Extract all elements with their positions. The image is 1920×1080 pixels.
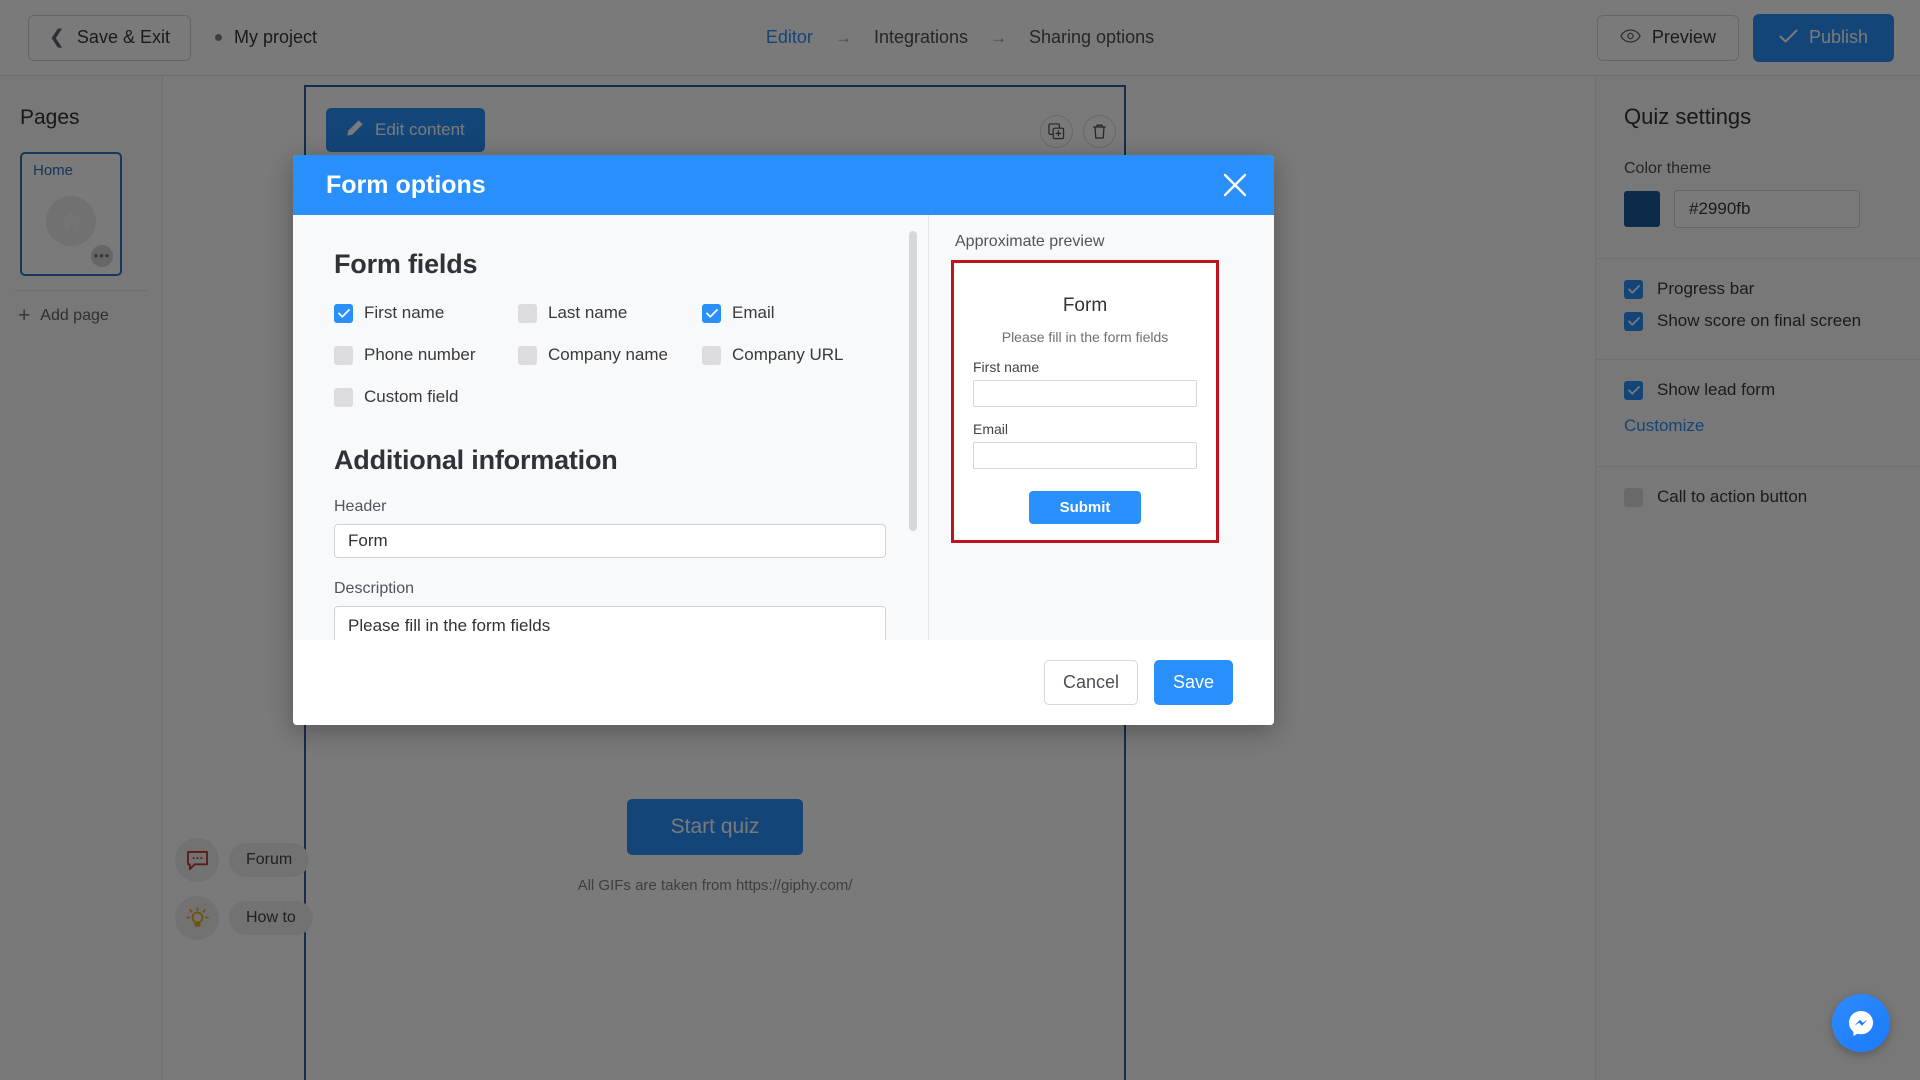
header-field-label: Header xyxy=(334,498,387,515)
field-checkbox-custom-field[interactable]: Custom field xyxy=(334,387,518,407)
field-label: Custom field xyxy=(364,387,459,406)
close-icon[interactable] xyxy=(1222,172,1248,198)
form-fields-title: Form fields xyxy=(334,249,478,279)
preview-title: Form xyxy=(1062,295,1108,316)
preview-input[interactable] xyxy=(973,380,1197,407)
description-field-label: Description xyxy=(334,580,415,597)
checkbox-checked-icon[interactable] xyxy=(334,303,353,323)
scrollbar-thumb[interactable] xyxy=(909,231,917,531)
preview-field-email: Email xyxy=(973,421,1197,469)
modal-footer: Cancel Save xyxy=(293,640,1274,725)
checkbox-unchecked-icon[interactable] xyxy=(702,345,721,365)
description-textarea[interactable]: Please fill in the form fields xyxy=(334,606,886,640)
editor-app: ❮ Save & Exit My project Editor → Integr… xyxy=(0,0,1920,1080)
field-label: Phone number xyxy=(364,345,476,364)
preview-submit-button[interactable]: Submit xyxy=(1029,491,1141,524)
checkbox-unchecked-icon[interactable] xyxy=(518,303,537,323)
preview-input[interactable] xyxy=(973,442,1197,469)
preview-subtitle: Please fill in the form fields xyxy=(1001,329,1169,345)
modal-title: Form options xyxy=(326,170,486,199)
save-button[interactable]: Save xyxy=(1154,660,1233,705)
preview-field-first-name: First name xyxy=(973,359,1197,407)
preview-field-label: First name xyxy=(973,359,1040,375)
modal-scrollbar[interactable] xyxy=(909,231,917,640)
field-label: First name xyxy=(364,303,445,322)
checkbox-checked-icon[interactable] xyxy=(702,303,721,323)
field-checkbox-phone-number[interactable]: Phone number xyxy=(334,345,518,365)
checkbox-unchecked-icon[interactable] xyxy=(334,345,353,365)
field-checkbox-last-name[interactable]: Last name xyxy=(518,303,702,323)
field-label: Company URL xyxy=(732,345,844,364)
field-label: Email xyxy=(732,303,775,322)
form-options-modal: Form options Form fields First name Last… xyxy=(293,155,1274,725)
form-preview: Form Please fill in the form fields Firs… xyxy=(951,260,1219,543)
preview-caption: Approximate preview xyxy=(955,233,1105,250)
field-checkbox-company-url[interactable]: Company URL xyxy=(702,345,888,365)
additional-information-title: Additional information xyxy=(334,445,618,475)
form-fields-checkbox-grid: First name Last name Email Phone number … xyxy=(334,303,888,407)
field-checkbox-company-name[interactable]: Company name xyxy=(518,345,702,365)
checkbox-unchecked-icon[interactable] xyxy=(518,345,537,365)
messenger-chat-button[interactable] xyxy=(1832,994,1890,1052)
modal-header: Form options xyxy=(293,155,1274,215)
modal-body: Form fields First name Last name Email P… xyxy=(293,215,1274,640)
checkbox-unchecked-icon[interactable] xyxy=(334,387,353,407)
field-label: Last name xyxy=(548,303,628,322)
preview-pane: Approximate preview Form Please fill in … xyxy=(929,215,1274,640)
form-settings-pane: Form fields First name Last name Email P… xyxy=(293,215,928,640)
preview-field-label: Email xyxy=(973,421,1009,437)
header-input[interactable]: Form xyxy=(334,524,886,558)
field-label: Company name xyxy=(548,345,669,364)
field-checkbox-email[interactable]: Email xyxy=(702,303,888,323)
field-checkbox-first-name[interactable]: First name xyxy=(334,303,518,323)
cancel-button[interactable]: Cancel xyxy=(1044,660,1138,705)
